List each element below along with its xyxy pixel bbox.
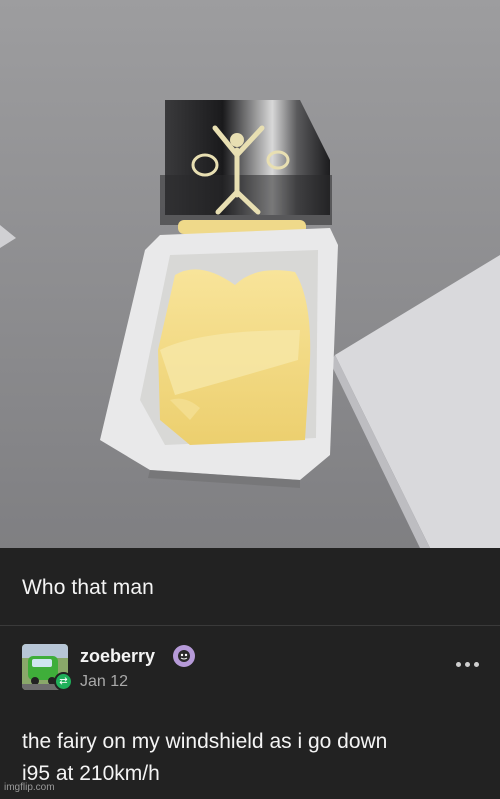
reply-body: the fairy on my windshield as i go down … [22, 726, 482, 790]
watermark: imgflip.com [4, 782, 55, 793]
reply-text-line-2: i95 at 210km/h [22, 762, 160, 785]
reply-text-line-1: the fairy on my windshield as i go down [22, 730, 388, 753]
post-date: Jan 12 [80, 673, 129, 690]
post-caption: Who that man [22, 576, 154, 599]
post-caption-area: Who that man [0, 548, 500, 625]
more-horizontal-icon[interactable] [452, 656, 482, 672]
badge-icon[interactable] [173, 645, 195, 667]
reblog-reply: ⇄ zoeberry Jan 12 the fairy on my windsh… [0, 626, 500, 799]
username[interactable]: zoeberry [80, 646, 155, 667]
reblog-icon: ⇄ [54, 672, 73, 691]
butter-tub-image [0, 0, 500, 548]
post-photo [0, 0, 500, 548]
